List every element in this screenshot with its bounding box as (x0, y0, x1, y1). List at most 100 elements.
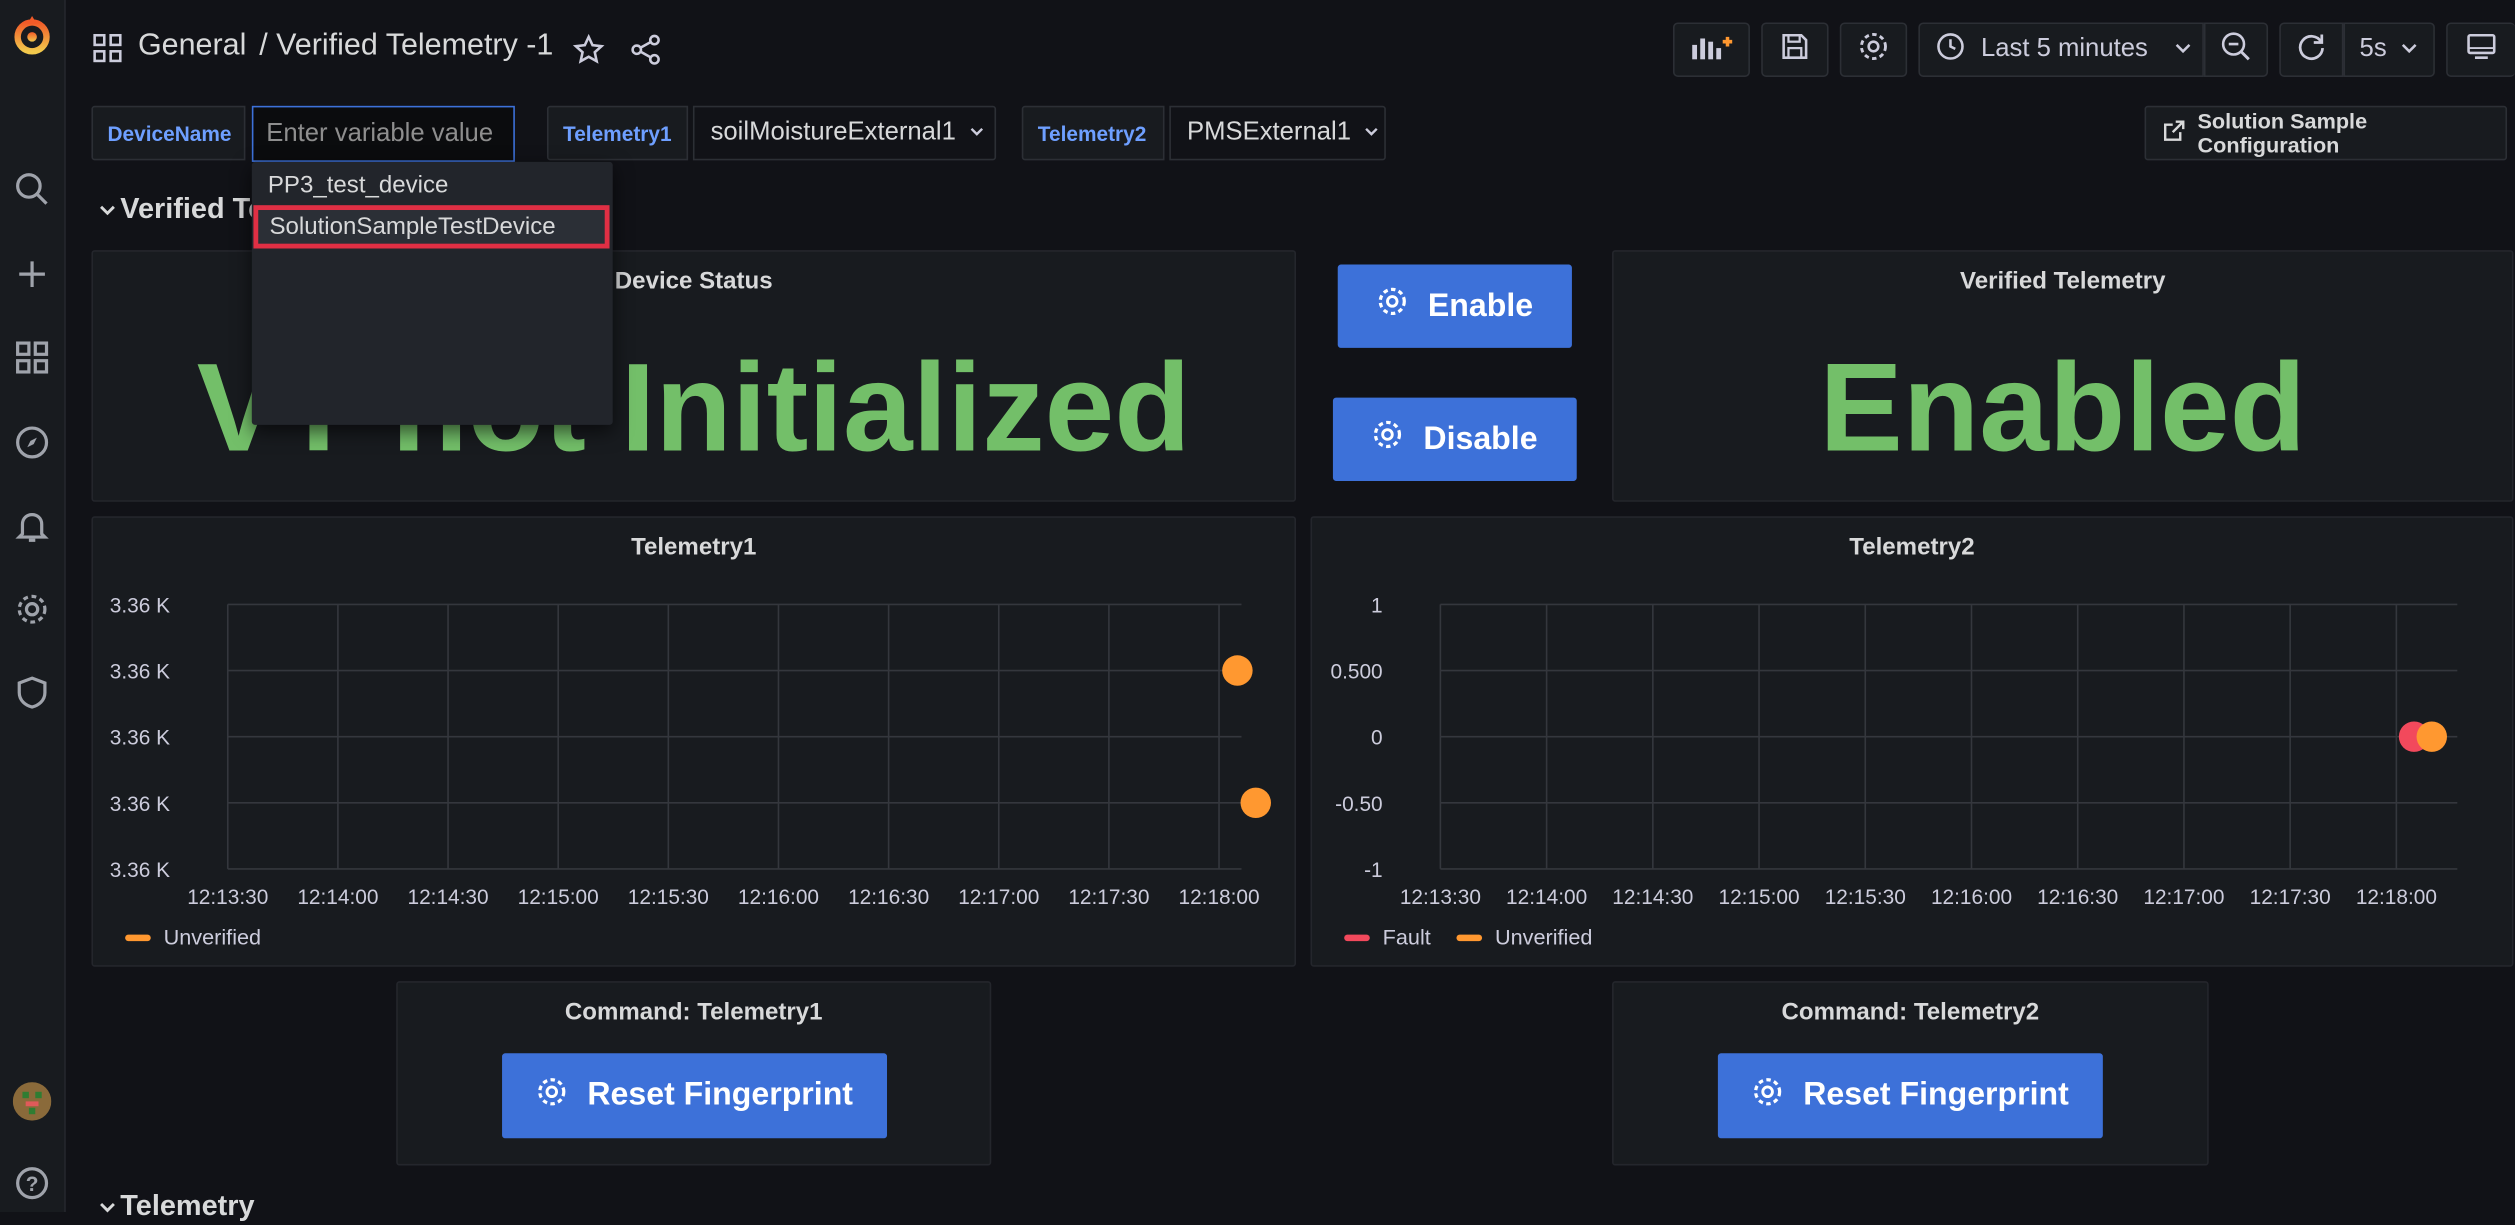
x-tick-label: 12:17:30 (2250, 886, 2331, 909)
row-title-telemetry[interactable]: Telemetry (120, 1190, 254, 1224)
search-icon[interactable] (0, 167, 64, 212)
chevron-down-icon (1364, 119, 1380, 148)
device-name-variable-label: DeviceName (91, 105, 246, 161)
svg-text:?: ? (26, 1173, 39, 1196)
plus-icon[interactable] (0, 252, 64, 297)
y-tick-label: 3.36 K (110, 727, 170, 750)
y-tick-label: 3.36 K (110, 859, 170, 882)
user-avatar[interactable] (0, 1079, 64, 1124)
command-telemetry2-panel: Command: Telemetry2 Reset Fingerprint (1612, 981, 2209, 1166)
save-icon (1780, 32, 1809, 67)
dashboards-icon[interactable] (0, 335, 64, 380)
x-tick-label: 12:15:30 (628, 886, 709, 909)
chevron-down-icon (2400, 36, 2419, 63)
telemetry2-graph-panel: Telemetry2 12:13:30 12:14:00 12:14:30 12:15… (1310, 516, 2515, 968)
alerting-bell-icon[interactable] (0, 503, 64, 548)
x-tick-label: 12:14:30 (408, 886, 489, 909)
dashboards-grid-icon (93, 33, 122, 71)
y-tick-label: -1 (1364, 859, 1383, 882)
enable-button[interactable]: Enable (1337, 264, 1572, 348)
zoom-out-button[interactable] (2203, 22, 2269, 77)
breadcrumb-folder[interactable]: General (138, 29, 246, 64)
explore-compass-icon[interactable] (0, 420, 64, 465)
refresh-button[interactable] (2279, 22, 2344, 77)
legend-label-unverified[interactable]: Unverified (1495, 925, 1592, 949)
gear-icon (536, 1075, 568, 1117)
save-dashboard-button[interactable] (1761, 22, 1829, 77)
reset-fingerprint-telemetry2-button[interactable]: Reset Fingerprint (1717, 1053, 2103, 1139)
x-tick-label: 12:15:30 (1825, 886, 1906, 909)
disable-button-label: Disable (1423, 420, 1538, 457)
legend-label-unverified[interactable]: Unverified (164, 925, 261, 949)
x-tick-label: 12:17:00 (2143, 886, 2224, 909)
device-option-pp3-test-device[interactable]: PP3_test_device (252, 165, 613, 203)
y-tick-label: 1 (1371, 594, 1383, 617)
reset-fingerprint-telemetry1-button[interactable]: Reset Fingerprint (502, 1053, 888, 1139)
configuration-gear-icon[interactable] (0, 587, 64, 632)
gear-icon (1857, 30, 1889, 68)
device-option-solution-sample-test-device[interactable]: SolutionSampleTestDevice (253, 205, 610, 249)
x-tick-label: 12:16:00 (1931, 886, 2012, 909)
telemetry1-variable-label: Telemetry1 (546, 105, 689, 161)
y-tick-label: 0 (1371, 727, 1383, 750)
breadcrumb: General / Verified Telemetry -1 (138, 29, 553, 64)
data-point-unverified (2416, 721, 2448, 752)
telemetry1-graph-panel: Telemetry1 12:13:30 12:14:00 12:14:30 12:15… (91, 516, 1298, 968)
zoom-out-icon (2220, 30, 2252, 68)
x-tick-label: 12:14:00 (297, 886, 378, 909)
y-tick-label: 3.36 K (110, 793, 170, 816)
verified-telemetry-panel: Verified Telemetry Enabled (1612, 250, 2514, 502)
command-telemetry1-panel: Command: Telemetry1 Reset Fingerprint (396, 981, 992, 1166)
y-tick-label: 3.36 K (110, 661, 170, 684)
x-tick-label: 12:16:30 (2037, 886, 2118, 909)
x-tick-label: 12:15:00 (1719, 886, 1800, 909)
legend-swatch-unverified (125, 933, 151, 941)
share-icon[interactable] (630, 34, 662, 74)
device-name-input[interactable] (251, 105, 515, 162)
telemetry2-variable-select[interactable]: PMSExternal1 (1169, 105, 1386, 161)
telemetry1-variable-value: soilMoistureExternal1 (710, 118, 956, 146)
x-tick-label: 12:14:30 (1612, 886, 1693, 909)
monitor-icon (2465, 32, 2497, 67)
clock-icon (1936, 32, 1965, 67)
x-tick-label: 12:17:30 (1068, 886, 1149, 909)
time-range-picker[interactable]: Last 5 minutes (1918, 22, 2204, 77)
gear-icon (1372, 418, 1404, 460)
verified-telemetry-panel-title: Verified Telemetry (1959, 267, 2166, 295)
add-panel-button[interactable] (1672, 22, 1750, 77)
x-tick-label: 12:17:00 (958, 886, 1039, 909)
x-tick-label: 12:18:00 (2356, 886, 2437, 909)
refresh-interval-picker[interactable]: 5s (2343, 22, 2435, 77)
data-point-unverified (1240, 787, 1271, 819)
data-point-unverified (1222, 655, 1253, 686)
verified-telemetry-value: Enabled (1819, 336, 2307, 478)
star-icon[interactable] (572, 33, 605, 74)
row-collapse-chevron-icon[interactable] (98, 1196, 117, 1225)
legend-swatch-fault (1344, 933, 1370, 941)
telemetry1-variable-select[interactable]: soilMoistureExternal1 (692, 105, 997, 161)
reset-fingerprint-label: Reset Fingerprint (1803, 1077, 2069, 1113)
x-tick-label: 12:13:30 (187, 886, 268, 909)
y-tick-label: 3.36 K (110, 594, 170, 617)
grafana-logo-icon[interactable] (0, 13, 64, 58)
x-tick-label: 12:16:00 (738, 886, 819, 909)
x-tick-label: 12:15:00 (518, 886, 599, 909)
external-link-icon (2162, 119, 2186, 148)
solution-sample-configuration-label: Solution Sample Configuration (2197, 109, 2368, 158)
solution-sample-configuration-link[interactable]: Solution Sample Configuration (2144, 105, 2508, 161)
help-icon[interactable]: ? (0, 1161, 64, 1206)
server-admin-shield-icon[interactable] (0, 670, 64, 715)
legend-label-fault[interactable]: Fault (1383, 925, 1431, 949)
telemetry2-legend: Fault Unverified (1344, 925, 1592, 949)
telemetry2-chart[interactable]: 12:13:30 12:14:00 12:14:30 12:15:00 12:15:30… (1312, 518, 2515, 968)
x-tick-label: 12:18:00 (1178, 886, 1259, 909)
telemetry1-chart[interactable]: 12:13:30 12:14:00 12:14:30 12:15:00 12:15:30… (93, 518, 1298, 968)
tv-mode-button[interactable] (2446, 22, 2515, 77)
refresh-icon (2295, 30, 2327, 68)
dashboard-title[interactable]: / Verified Telemetry -1 (259, 29, 553, 64)
row-collapse-chevron-icon[interactable] (98, 199, 117, 228)
legend-swatch-unverified (1456, 933, 1483, 941)
disable-button[interactable]: Disable (1332, 397, 1577, 481)
dashboard-settings-button[interactable] (1839, 22, 1908, 77)
row-title-verified-telemetry[interactable]: Verified Te (120, 192, 264, 226)
